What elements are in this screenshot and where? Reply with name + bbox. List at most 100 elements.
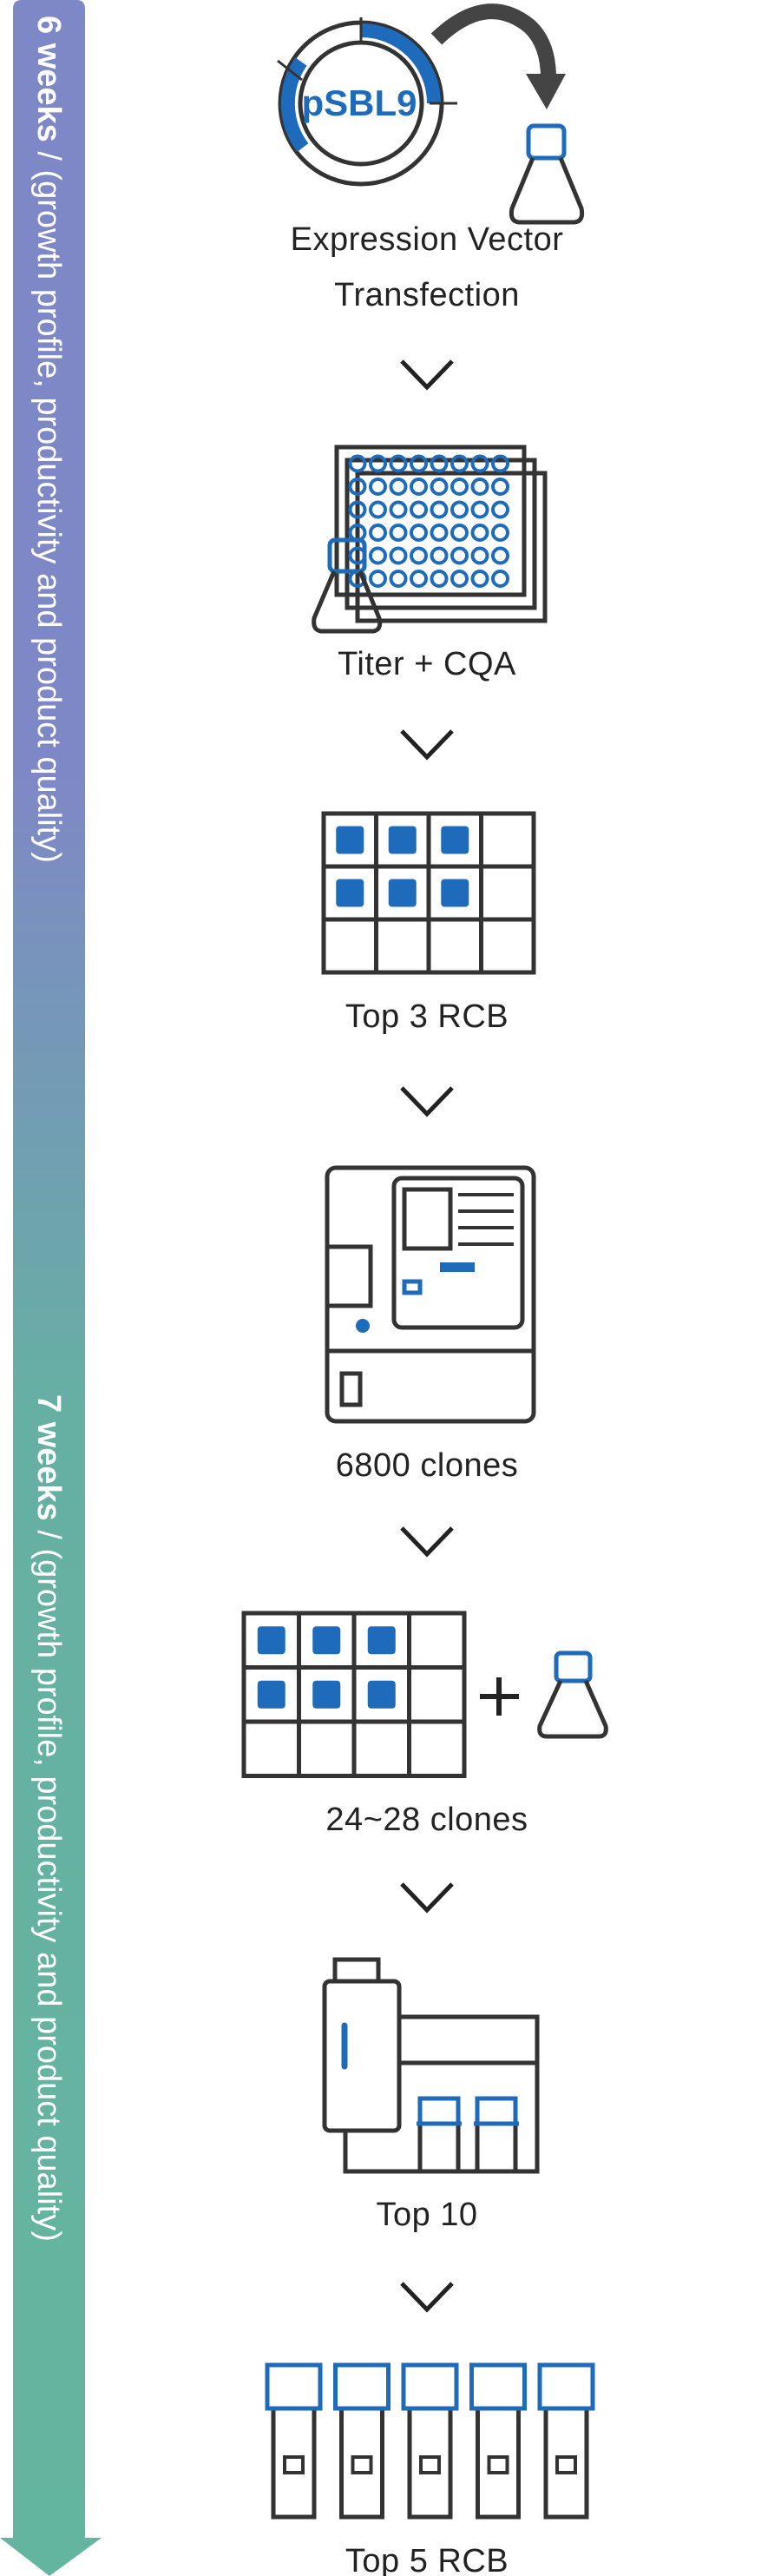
well bbox=[470, 478, 489, 496]
grid-cell bbox=[426, 917, 483, 975]
step-label: Titer + CQA bbox=[338, 646, 516, 682]
well bbox=[430, 500, 449, 519]
well bbox=[369, 570, 387, 588]
timeline-arrow: 6 weeks / (growth profile, productivity … bbox=[0, 0, 102, 2576]
vial-cap bbox=[469, 2362, 527, 2411]
well bbox=[389, 570, 408, 588]
well bbox=[470, 546, 489, 565]
well bbox=[491, 570, 509, 588]
grid-cell bbox=[241, 1719, 301, 1778]
vial-body bbox=[476, 2406, 521, 2520]
filled-well bbox=[441, 826, 469, 854]
chevron-down-icon bbox=[400, 359, 454, 391]
flask-icon bbox=[537, 1650, 608, 1739]
well bbox=[410, 500, 428, 519]
plasmid-label: pSBL9 bbox=[301, 82, 417, 123]
vial-cap bbox=[333, 2362, 390, 2411]
step-label: Expression Vector bbox=[291, 221, 564, 258]
chevron-down-icon bbox=[400, 1086, 454, 1117]
vial-label bbox=[283, 2455, 305, 2474]
well bbox=[450, 546, 469, 565]
filled-well bbox=[388, 826, 417, 854]
grid-cell bbox=[479, 811, 536, 869]
grid-cell bbox=[479, 917, 536, 975]
chevron-down-icon bbox=[400, 1882, 454, 1914]
well bbox=[430, 524, 449, 542]
well bbox=[470, 500, 489, 519]
well bbox=[430, 546, 449, 565]
step-label: 6800 clones bbox=[336, 1447, 518, 1484]
filled-well bbox=[257, 1626, 285, 1655]
plus-icon bbox=[480, 1677, 519, 1716]
well bbox=[491, 478, 509, 496]
grid-cell bbox=[351, 1719, 411, 1778]
well bbox=[470, 524, 489, 542]
grid-cell bbox=[407, 1665, 467, 1724]
well bbox=[369, 478, 387, 496]
vial-cap bbox=[265, 2362, 323, 2411]
well bbox=[491, 524, 509, 542]
grid-cell bbox=[297, 1719, 357, 1778]
well bbox=[410, 524, 428, 542]
vial-label bbox=[419, 2455, 441, 2474]
vial-cap bbox=[401, 2362, 459, 2411]
well bbox=[430, 478, 449, 496]
flask-icon bbox=[509, 123, 585, 225]
vial-body bbox=[339, 2406, 384, 2520]
well bbox=[410, 570, 428, 588]
well bbox=[410, 478, 428, 496]
filled-well bbox=[336, 879, 364, 907]
step-label: Top 3 RCB bbox=[345, 998, 509, 1035]
cell-grid-icon bbox=[241, 1611, 467, 1778]
grid-cell bbox=[374, 917, 431, 975]
bioreactor-icon bbox=[322, 1957, 540, 2174]
filled-well bbox=[367, 1680, 396, 1709]
well bbox=[450, 500, 469, 519]
well bbox=[491, 500, 509, 519]
curved-arrow-icon bbox=[430, 3, 566, 109]
grid-cell bbox=[321, 917, 378, 975]
vial-label bbox=[351, 2455, 373, 2474]
grid-cell bbox=[479, 864, 536, 922]
well bbox=[369, 500, 387, 519]
grid-cell bbox=[407, 1611, 467, 1670]
well bbox=[389, 546, 408, 565]
filled-well bbox=[312, 1680, 341, 1709]
filled-well bbox=[336, 826, 364, 854]
phase2-label: 7 weeks / (growth profile, productivity … bbox=[30, 1394, 67, 2242]
filled-well bbox=[367, 1626, 396, 1655]
chevron-down-icon bbox=[400, 2282, 454, 2313]
filled-well bbox=[388, 879, 417, 907]
chevron-down-icon bbox=[400, 729, 454, 761]
well bbox=[450, 478, 469, 496]
step-label: Top 10 bbox=[376, 2197, 477, 2233]
well bbox=[450, 524, 469, 542]
cryovial-icon bbox=[265, 2362, 595, 2520]
well bbox=[389, 478, 408, 496]
well bbox=[470, 570, 489, 588]
vial-body bbox=[407, 2406, 453, 2520]
step-label: 24~28 clones bbox=[325, 1802, 528, 1838]
clone-screening-instrument-icon bbox=[325, 1165, 536, 1424]
filled-well bbox=[441, 879, 469, 907]
vial-cap bbox=[537, 2362, 595, 2411]
vial-body bbox=[543, 2406, 589, 2520]
grid-cell bbox=[407, 1719, 467, 1778]
well bbox=[389, 524, 408, 542]
well bbox=[410, 546, 428, 565]
well bbox=[389, 500, 408, 519]
well bbox=[369, 524, 387, 542]
phase1-label: 6 weeks / (growth profile, productivity … bbox=[30, 16, 67, 863]
chevron-down-icon bbox=[400, 1526, 454, 1558]
filled-well bbox=[257, 1680, 285, 1709]
vial-label bbox=[555, 2455, 577, 2474]
vial-label bbox=[487, 2455, 509, 2474]
well bbox=[491, 546, 509, 565]
workflow-svg: 6 weeks / (growth profile, productivity … bbox=[0, 0, 608, 2576]
cell-grid-icon bbox=[321, 811, 536, 975]
vial-body bbox=[271, 2406, 317, 2520]
workflow-diagram: 6 weeks / (growth profile, productivity … bbox=[0, 0, 781, 2576]
plasmid-icon: pSBL9 bbox=[277, 17, 457, 187]
well bbox=[430, 570, 449, 588]
step-label: Top 5 RCB bbox=[345, 2543, 509, 2576]
